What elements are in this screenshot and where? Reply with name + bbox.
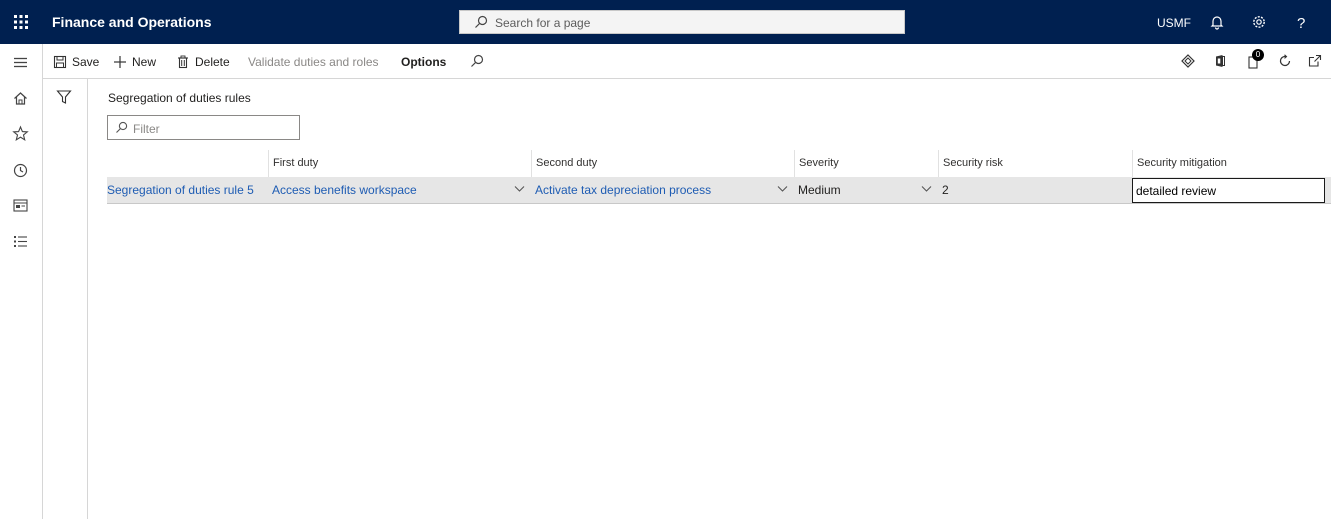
left-nav-rail — [0, 44, 43, 519]
home-icon[interactable] — [12, 90, 29, 107]
validate-label: Validate duties and roles — [248, 55, 379, 69]
trash-icon — [178, 55, 188, 69]
workspaces-icon[interactable] — [12, 197, 29, 214]
filter-search-icon — [116, 121, 128, 133]
bell-icon[interactable] — [1208, 13, 1226, 31]
column-header-second-duty[interactable]: Second duty — [531, 150, 794, 177]
open-new-window-icon[interactable] — [1307, 53, 1323, 69]
action-pane: Save New Delete Validate duties and role… — [43, 44, 1331, 79]
plus-icon — [114, 56, 126, 68]
chevron-down-icon[interactable] — [921, 185, 932, 193]
save-label: Save — [72, 55, 100, 69]
diamond-icon[interactable] — [1180, 53, 1196, 69]
grid-filter-box[interactable] — [107, 115, 300, 140]
office-icon[interactable] — [1212, 53, 1228, 69]
app-title[interactable]: Finance and Operations — [52, 14, 211, 30]
filter-pane-strip — [43, 79, 88, 519]
company-picker[interactable]: USMF — [1157, 16, 1191, 30]
rule-name-link[interactable]: Segregation of duties rule 5 — [107, 177, 268, 203]
global-search-box[interactable] — [459, 10, 905, 34]
security-risk-field[interactable]: 2 — [938, 177, 1132, 203]
first-duty-field[interactable]: Access benefits workspace — [268, 177, 531, 203]
refresh-icon[interactable] — [1277, 53, 1293, 69]
help-icon[interactable]: ? — [1292, 13, 1310, 31]
save-button[interactable]: Save — [53, 53, 99, 71]
second-duty-field[interactable]: Activate tax depreciation process — [531, 177, 794, 203]
global-search-input[interactable] — [493, 13, 897, 33]
validate-duties-button[interactable]: Validate duties and roles — [248, 53, 379, 71]
severity-value: Medium — [798, 183, 841, 197]
grid-header: First duty Second duty Severity Security… — [107, 150, 1331, 178]
column-header-first-duty[interactable]: First duty — [268, 150, 531, 177]
chevron-down-icon[interactable] — [514, 185, 525, 193]
top-nav-bar: Finance and Operations USMF ? — [0, 0, 1331, 44]
filter-funnel-icon[interactable] — [56, 89, 72, 105]
column-header-security-risk[interactable]: Security risk — [938, 150, 1132, 177]
options-tab[interactable]: Options — [401, 53, 446, 71]
security-mitigation-field[interactable] — [1132, 178, 1325, 203]
modules-list-icon[interactable] — [12, 233, 29, 250]
search-icon — [475, 15, 488, 28]
column-header-name[interactable] — [107, 150, 268, 177]
table-row[interactable]: Segregation of duties rule 5 Access bene… — [107, 177, 1331, 204]
gear-icon[interactable] — [1250, 13, 1268, 31]
delete-button[interactable]: Delete — [176, 53, 230, 71]
new-button[interactable]: New — [113, 53, 156, 71]
second-duty-value: Activate tax depreciation process — [535, 183, 712, 197]
page-caption: Segregation of duties rules — [108, 91, 251, 105]
save-icon — [53, 55, 67, 69]
hamburger-menu-icon[interactable] — [12, 54, 29, 71]
grid-filter-input[interactable] — [131, 119, 295, 138]
delete-label: Delete — [195, 55, 230, 69]
options-label: Options — [401, 55, 447, 69]
first-duty-value: Access benefits workspace — [272, 183, 417, 197]
clock-recent-icon[interactable] — [12, 162, 29, 179]
severity-field[interactable]: Medium — [794, 177, 938, 203]
column-header-security-mitigation[interactable]: Security mitigation — [1132, 150, 1331, 177]
star-favorites-icon[interactable] — [12, 125, 29, 142]
chevron-down-icon[interactable] — [777, 185, 788, 193]
action-search-icon[interactable] — [469, 53, 485, 69]
attachments-count-badge: 0 — [1252, 49, 1264, 61]
app-launcher-icon[interactable] — [12, 13, 30, 31]
new-label: New — [132, 55, 157, 69]
security-mitigation-input[interactable] — [1136, 182, 1316, 199]
svg-text:?: ? — [1297, 15, 1305, 31]
column-header-severity[interactable]: Severity — [794, 150, 938, 177]
